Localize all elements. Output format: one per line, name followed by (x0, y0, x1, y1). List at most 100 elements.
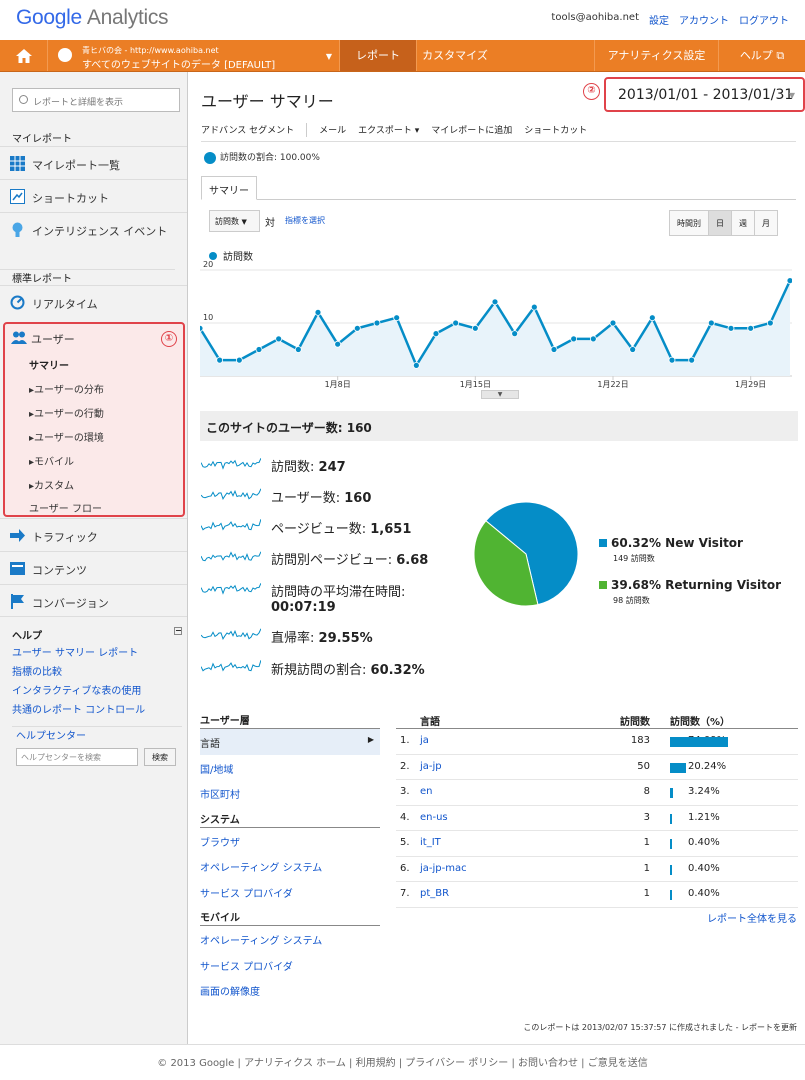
data-point[interactable] (629, 346, 637, 353)
data-point[interactable] (471, 324, 479, 332)
sidebar-sub-behavior[interactable]: ▸ユーザーの行動 (29, 405, 104, 420)
logout-link[interactable]: ログアウト (739, 12, 789, 27)
data-point[interactable] (688, 356, 696, 364)
sidebar-item-users[interactable]: ユーザー (31, 331, 75, 347)
row-language[interactable]: en (420, 786, 433, 797)
granularity-day[interactable]: 日 (708, 211, 731, 235)
dimension-language[interactable]: 言語 ▶ (200, 729, 380, 755)
tab-help[interactable]: ヘルプ ⧉ (718, 40, 805, 71)
report-search-input[interactable]: レポートと詳細を表示 (12, 88, 180, 112)
chart-resize-handle[interactable]: ▼ (481, 390, 519, 399)
settings-link[interactable]: 設定 (649, 12, 669, 27)
help-link-controls[interactable]: 共通のレポート コントロール (12, 705, 145, 716)
sidebar-item-shortcuts[interactable]: ショートカット (0, 179, 187, 212)
tab-summary[interactable]: サマリー (201, 176, 257, 200)
help-center-link[interactable]: ヘルプセンター (16, 731, 86, 742)
sidebar-item-content[interactable]: コンテンツ (0, 551, 187, 584)
tab-customize[interactable]: カスタマイズ (416, 40, 493, 71)
table-row[interactable]: 5. it_IT 1 0.40% (396, 831, 798, 857)
data-point[interactable] (511, 330, 519, 337)
advanced-segments-button[interactable]: アドバンス セグメント (201, 123, 294, 136)
table-row[interactable]: 3. en 8 3.24% (396, 780, 798, 806)
sidebar-sub-mobile[interactable]: ▸モバイル (29, 453, 74, 468)
data-point[interactable] (530, 303, 538, 311)
table-row[interactable]: 1.ja18374.09% (396, 729, 798, 755)
shortcut-button[interactable]: ショートカット (524, 123, 587, 136)
profile-selector[interactable]: 青ヒバの会 - http://www.aohiba.net すべてのウェブサイト… (54, 43, 334, 71)
granularity-week[interactable]: 週 (731, 211, 754, 235)
data-point[interactable] (766, 319, 774, 327)
data-point[interactable] (200, 324, 204, 332)
data-point[interactable] (452, 319, 460, 327)
table-row[interactable]: 7. pt_BR 1 0.40% (396, 882, 798, 908)
sidebar-item-traffic[interactable]: トラフィック (0, 518, 187, 551)
help-link-table[interactable]: インタラクティブな表の使用 (12, 686, 141, 697)
help-search-button[interactable]: 検索 (144, 748, 176, 766)
sidebar-sub-technology[interactable]: ▸ユーザーの環境 (29, 429, 104, 444)
google-analytics-logo[interactable]: Google Analytics (16, 6, 169, 30)
data-point[interactable] (570, 335, 578, 343)
sidebar-item-my-reports[interactable]: マイレポート一覧 (0, 146, 187, 179)
sidebar-item-conversion[interactable]: コンバージョン (0, 584, 187, 617)
tab-report[interactable]: レポート (339, 40, 416, 71)
metric-select[interactable]: 訪問数 ▼ (209, 210, 260, 232)
table-row[interactable]: 2. ja-jp 50 20.24% (396, 755, 798, 780)
data-point[interactable] (589, 335, 597, 343)
dimension-mobile-os[interactable]: オペレーティング システム (200, 926, 380, 952)
data-point[interactable] (216, 356, 224, 364)
dimension-screen-resolution[interactable]: 画面の解像度 (200, 977, 380, 1003)
add-to-dashboard-button[interactable]: マイレポートに追加 (431, 123, 512, 136)
data-point[interactable] (314, 309, 322, 316)
data-point[interactable] (432, 330, 440, 337)
help-link-summary[interactable]: ユーザー サマリー レポート (12, 648, 138, 659)
date-range-picker[interactable]: 2013/01/01 - 2013/01/31 ▼ (604, 77, 805, 112)
dimension-mobile-provider[interactable]: サービス プロバイダ (200, 952, 380, 978)
help-search-input[interactable]: ヘルプセンターを検索 (16, 748, 138, 766)
data-point[interactable] (334, 340, 342, 348)
help-link-compare[interactable]: 指標の比較 (12, 667, 62, 678)
data-point[interactable] (412, 362, 420, 369)
dimension-browser[interactable]: ブラウザ (200, 828, 380, 854)
email-button[interactable]: メール (319, 123, 346, 136)
granularity-month[interactable]: 月 (754, 211, 777, 235)
sidebar-sub-custom[interactable]: ▸カスタム (29, 477, 74, 492)
data-point[interactable] (668, 356, 676, 364)
tab-admin[interactable]: アナリティクス設定 (594, 40, 718, 71)
sidebar-item-realtime[interactable]: リアルタイム (0, 285, 187, 318)
sidebar-item-intelligence[interactable]: インテリジェンス イベント (0, 212, 187, 245)
data-point[interactable] (373, 319, 381, 327)
table-row[interactable]: 6. ja-jp-mac 1 0.40% (396, 857, 798, 882)
row-language[interactable]: ja-jp (420, 761, 442, 772)
collapse-icon[interactable]: − (174, 627, 182, 635)
granularity-hourly[interactable]: 時間別 (670, 211, 708, 235)
dimension-country[interactable]: 国/地域 (200, 755, 380, 781)
row-language[interactable]: pt_BR (420, 888, 449, 899)
view-full-report-link[interactable]: レポート全体を見る (707, 910, 797, 925)
dimension-provider[interactable]: サービス プロバイダ (200, 879, 380, 905)
data-point[interactable] (648, 314, 656, 322)
data-point[interactable] (353, 324, 361, 332)
dimension-os[interactable]: オペレーティング システム (200, 853, 380, 879)
account-link[interactable]: アカウント (679, 12, 729, 27)
data-point[interactable] (727, 324, 735, 332)
data-point[interactable] (786, 277, 792, 284)
row-language[interactable]: en-us (420, 812, 448, 823)
data-point[interactable] (747, 324, 755, 332)
table-row[interactable]: 4. en-us 3 1.21% (396, 806, 798, 831)
data-point[interactable] (609, 319, 617, 327)
data-point[interactable] (550, 346, 558, 353)
sidebar-sub-flow[interactable]: ユーザー フロー (29, 500, 102, 515)
data-point[interactable] (393, 314, 401, 322)
data-point[interactable] (275, 335, 283, 343)
row-language[interactable]: it_IT (420, 837, 441, 848)
sidebar-sub-demographics[interactable]: ▸ユーザーの分布 (29, 381, 104, 396)
data-point[interactable] (294, 346, 302, 353)
row-language[interactable]: ja (420, 735, 429, 746)
data-point[interactable] (255, 346, 263, 353)
row-language[interactable]: ja-jp-mac (420, 863, 467, 874)
home-button[interactable] (0, 40, 48, 71)
export-button[interactable]: エクスポート ▾ (358, 123, 419, 136)
select-metric-link[interactable]: 指標を選択 (285, 215, 325, 226)
data-point[interactable] (235, 356, 243, 364)
data-point[interactable] (491, 298, 499, 306)
